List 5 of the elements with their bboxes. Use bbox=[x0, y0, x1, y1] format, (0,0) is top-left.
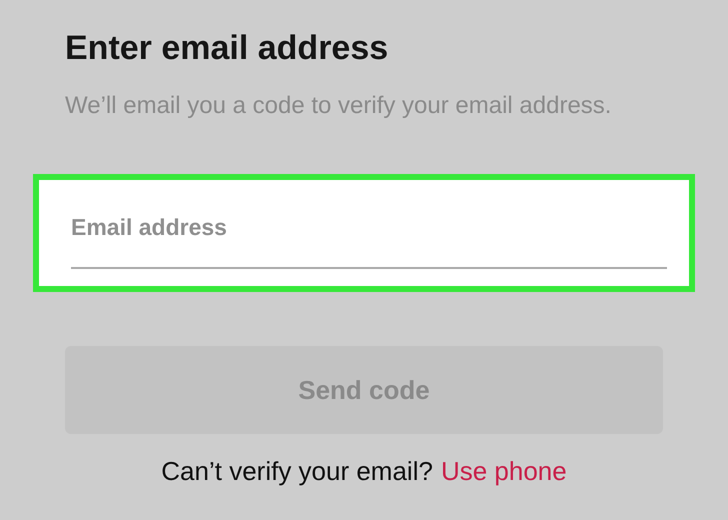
footer-text: Can’t verify your email? bbox=[161, 456, 433, 487]
use-phone-link[interactable]: Use phone bbox=[440, 456, 567, 487]
page-heading: Enter email address bbox=[65, 28, 390, 69]
description-text: We’ll email you a code to verify your email address. bbox=[65, 91, 612, 121]
email-field[interactable]: Email address bbox=[33, 174, 695, 292]
